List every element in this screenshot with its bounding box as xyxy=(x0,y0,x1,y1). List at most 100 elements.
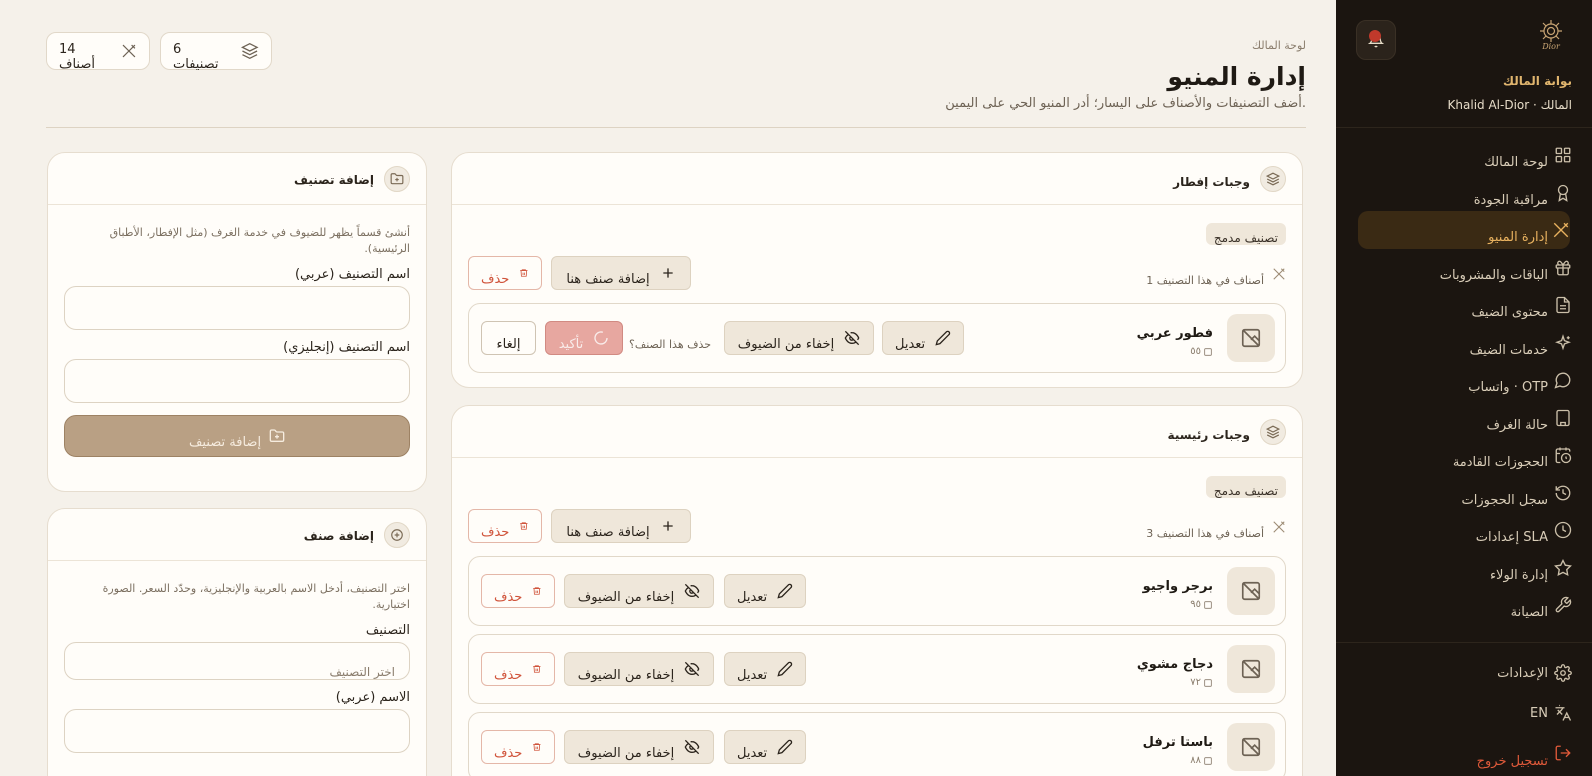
hide-from-guests-button[interactable]: إخفاء من الضيوف xyxy=(724,321,874,355)
category-item-count: 3 أصناف في هذا التصنيف xyxy=(1146,520,1286,540)
item-name-ar-input[interactable] xyxy=(64,709,410,753)
category-name-en-input[interactable] xyxy=(64,359,410,403)
delete-item-button[interactable]: حذف xyxy=(481,730,555,764)
item-category-select[interactable]: اختر التصنيف xyxy=(64,642,410,680)
add-item-hint: اختر التصنيف، أدخل الاسم بالعربية والإنج… xyxy=(102,582,410,611)
nav-label: خدمات الضيف xyxy=(1469,342,1548,358)
nav-item-guest-content[interactable]: محتوى الضيف xyxy=(1336,286,1592,324)
nav-item-packages[interactable]: الباقات والمشروبات xyxy=(1336,249,1592,287)
edit-item-button[interactable]: تعديل xyxy=(724,574,806,608)
categories-count: 6 تصنيفات xyxy=(173,42,219,72)
add-category-panel: إضافة تصنيف أنشئ قسماً يظهر للضيوف في خد… xyxy=(47,152,427,492)
hide-from-guests-button[interactable]: إخفاء من الضيوف xyxy=(564,574,714,608)
delete-item-label: حذف xyxy=(494,745,523,761)
utensils-icon xyxy=(122,44,136,58)
logo[interactable]: Dior xyxy=(1530,18,1572,60)
item-price-value: ٧٢ xyxy=(1190,677,1201,688)
nav-item-menu-management[interactable]: إدارة المنيو xyxy=(1358,211,1570,249)
nav-label: إدارة المنيو xyxy=(1488,230,1548,246)
menu-item-row: دجاج مشوي ٧٢ تعديل إخفاء من الضيوف حذف xyxy=(468,634,1286,704)
category-item-count: 1 أصناف في هذا التصنيف xyxy=(1146,267,1286,287)
add-item-title: إضافة صنف xyxy=(303,529,374,543)
settings-label: الإعدادات xyxy=(1497,665,1548,681)
logout-label: تسجيل خروج xyxy=(1476,753,1548,769)
confirm-delete-button[interactable]: تأكيد xyxy=(545,321,623,355)
breadcrumb[interactable]: لوحة المالك xyxy=(1252,39,1306,52)
hotel-emblem-icon xyxy=(1540,20,1562,42)
hide-from-guests-button[interactable]: إخفاء من الضيوف xyxy=(564,652,714,686)
nav-item-booking-history[interactable]: سجل الحجوزات xyxy=(1336,474,1592,512)
cancel-delete-button[interactable]: إلغاء xyxy=(481,321,536,355)
nav-item-guest-services[interactable]: خدمات الضيف xyxy=(1336,324,1592,362)
edit-item-button[interactable]: تعديل xyxy=(882,321,964,355)
builtin-category-tag: تصنيف مدمج xyxy=(1205,476,1286,498)
add-item-here-button[interactable]: إضافة صنف هنا xyxy=(551,509,691,543)
nav-item-room-status[interactable]: حالة الغرف xyxy=(1336,399,1592,437)
nav-item-whatsapp[interactable]: واتساب · OTP xyxy=(1336,361,1592,399)
plus-icon xyxy=(662,268,673,278)
category-name-ar-input[interactable] xyxy=(64,286,410,330)
hide-from-guests-button[interactable]: إخفاء من الضيوف xyxy=(564,730,714,764)
nav-label: سجل الحجوزات xyxy=(1461,492,1548,508)
menu-item-row: برجر واجيو ٩٥ تعديل إخفاء من الضيوف حذف xyxy=(468,556,1286,626)
logout-button[interactable]: تسجيل خروج xyxy=(1336,733,1592,773)
nav-item-loyalty[interactable]: إدارة الولاء xyxy=(1336,549,1592,587)
gift-icon xyxy=(1555,260,1571,275)
document-icon xyxy=(1556,296,1570,314)
add-item-here-button[interactable]: إضافة صنف هنا xyxy=(551,256,691,290)
category-header: وجبات رئيسية xyxy=(452,406,1302,458)
delete-item-button[interactable]: حذف xyxy=(481,652,555,686)
award-icon xyxy=(1557,184,1569,202)
menu-item-row: باستا ترفل ٨٨ تعديل إخفاء من الضيوف حذف xyxy=(468,712,1286,776)
category-count-text: 3 أصناف في هذا التصنيف xyxy=(1146,526,1264,540)
add-category-header: إضافة تصنيف xyxy=(48,153,426,205)
nav-item-owner-dashboard[interactable]: لوحة المالك xyxy=(1336,136,1592,174)
builtin-category-tag: تصنيف مدمج xyxy=(1205,223,1286,245)
portal-title: بوابة المالك xyxy=(1503,74,1572,88)
nav-item-quality[interactable]: مراقبة الجودة xyxy=(1336,174,1592,212)
categories-count-badge: 6 تصنيفات xyxy=(160,32,272,72)
currency-icon xyxy=(1204,600,1212,609)
nav-item-maintenance[interactable]: الصيانة xyxy=(1336,586,1592,624)
layers-icon xyxy=(241,42,259,60)
delete-category-button[interactable]: حذف xyxy=(468,256,542,290)
delete-category-button[interactable]: حذف xyxy=(468,509,542,543)
gear-icon xyxy=(1554,664,1572,682)
star-icon xyxy=(1554,558,1572,576)
category-name-ar-label: اسم التصنيف (عربي) xyxy=(294,267,410,282)
nav-label: محتوى الضيف xyxy=(1471,305,1548,321)
hide-label: إخفاء من الضيوف xyxy=(577,589,675,605)
edit-item-button[interactable]: تعديل xyxy=(724,730,806,764)
eye-off-icon xyxy=(684,661,700,677)
edit-label: تعديل xyxy=(737,745,768,761)
nav-item-sla-settings[interactable]: إعدادات SLA xyxy=(1336,511,1592,549)
category-title: وجبات رئيسية xyxy=(1167,428,1250,442)
edit-item-button[interactable]: تعديل xyxy=(724,652,806,686)
eye-off-icon xyxy=(684,583,700,599)
nav-item-upcoming-bookings[interactable]: الحجوزات القادمة xyxy=(1336,436,1592,474)
nav-label: الصيانة xyxy=(1510,605,1548,621)
logout-icon xyxy=(1555,745,1571,761)
plus-icon xyxy=(662,521,673,531)
cancel-label: إلغاء xyxy=(496,336,521,352)
delete-item-button[interactable]: حذف xyxy=(481,574,555,608)
items-count: 14 أصناف xyxy=(59,42,96,72)
pencil-icon xyxy=(777,739,793,755)
notification-badge xyxy=(1369,30,1381,42)
edit-label: تعديل xyxy=(737,667,768,683)
notifications-button[interactable] xyxy=(1356,20,1396,60)
sidebar: Dior بوابة المالك Khalid Al-Dior · المال… xyxy=(1336,0,1592,776)
language-toggle[interactable]: EN xyxy=(1336,693,1592,733)
nav-label: الحجوزات القادمة xyxy=(1452,455,1548,471)
nav-item-settings[interactable]: الإعدادات xyxy=(1336,653,1592,693)
add-item-here-label: إضافة صنف هنا xyxy=(566,524,650,540)
delete-category-label: حذف xyxy=(481,524,510,540)
item-price: ٥٥ xyxy=(1190,346,1213,357)
currency-icon xyxy=(1204,678,1212,687)
trash-icon xyxy=(533,743,541,751)
hide-label: إخفاء من الضيوف xyxy=(737,336,835,352)
add-category-button-label: إضافة تصنيف xyxy=(188,434,262,450)
add-category-button[interactable]: إضافة تصنيف xyxy=(64,415,410,457)
image-off-icon xyxy=(1227,723,1275,771)
image-off-icon xyxy=(1227,645,1275,693)
